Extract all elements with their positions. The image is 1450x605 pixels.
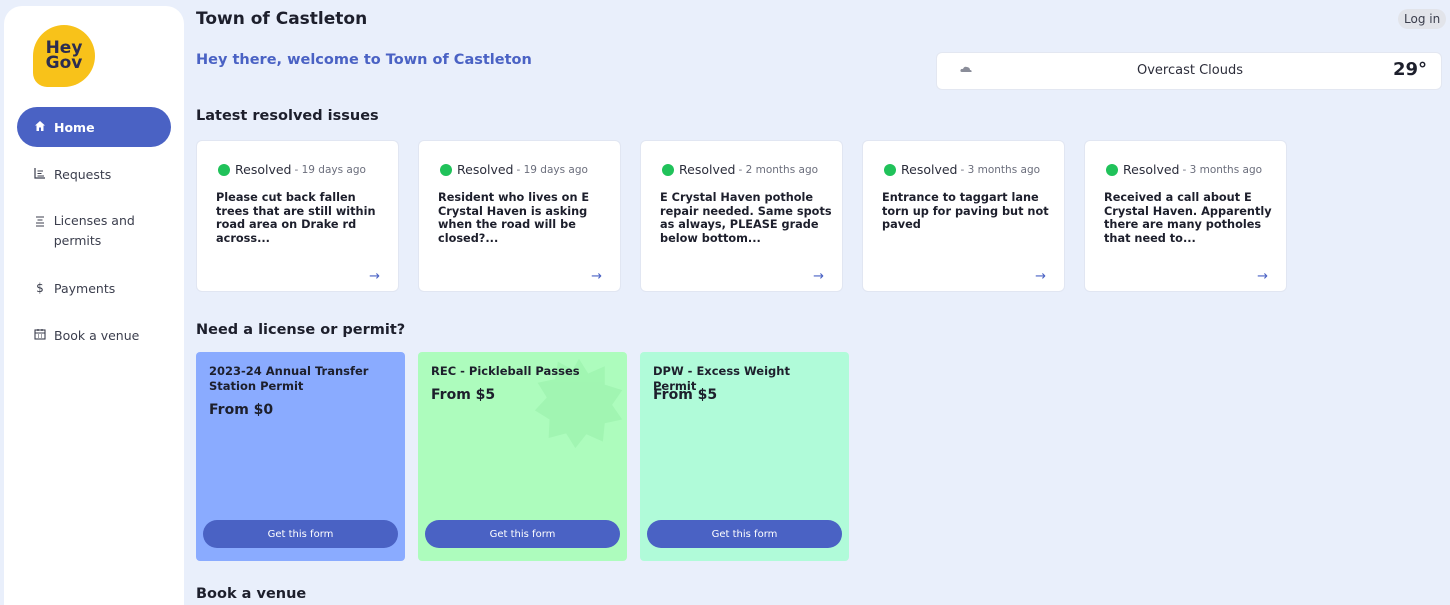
status-time: - 19 days ago bbox=[294, 163, 366, 176]
weather-widget: Overcast Clouds 29° bbox=[936, 52, 1442, 90]
weather-temperature: 29° bbox=[1392, 59, 1427, 80]
issue-description: E Crystal Haven pothole repair needed. S… bbox=[660, 191, 832, 245]
heygov-logo[interactable]: Hey Gov bbox=[33, 25, 95, 87]
get-form-button[interactable]: Get this form bbox=[203, 520, 398, 548]
sidebar-item-book-venue[interactable]: Book a venue bbox=[17, 315, 171, 355]
resolved-status-dot bbox=[1106, 163, 1118, 176]
issue-status: Resolved - 19 days ago bbox=[218, 162, 366, 177]
cloud-icon bbox=[959, 63, 975, 78]
issue-status: Resolved - 2 months ago bbox=[662, 162, 818, 177]
issue-status: Resolved - 3 months ago bbox=[1106, 162, 1262, 177]
requests-icon bbox=[33, 167, 47, 182]
issue-status: Resolved - 3 months ago bbox=[884, 162, 1040, 177]
status-time: - 2 months ago bbox=[738, 163, 819, 176]
permit-card[interactable]: REC - Pickleball Passes From $5 Get this… bbox=[418, 352, 627, 561]
permit-price: From $5 bbox=[431, 387, 496, 403]
permit-name: 2023-24 Annual Transfer Station Permit bbox=[209, 364, 369, 393]
logo-line-2: Gov bbox=[45, 53, 83, 73]
status-label: Resolved bbox=[457, 162, 514, 177]
permit-card[interactable]: DPW - Excess Weight Permit From $5 Get t… bbox=[640, 352, 849, 561]
welcome-message: Hey there, welcome to Town of Castleton bbox=[196, 52, 532, 68]
issue-card[interactable]: Resolved - 19 days ago Resident who live… bbox=[418, 140, 621, 292]
status-label: Resolved bbox=[1123, 162, 1180, 177]
weather-description: Overcast Clouds bbox=[1137, 63, 1244, 78]
sidebar-item-payments[interactable]: $ Payments bbox=[17, 268, 171, 308]
status-time: - 3 months ago bbox=[1182, 163, 1263, 176]
get-form-button[interactable]: Get this form bbox=[425, 520, 620, 548]
permit-name: REC - Pickleball Passes bbox=[431, 364, 580, 378]
sidebar-item-label: Requests bbox=[54, 166, 112, 182]
calendar-icon bbox=[33, 328, 47, 343]
permit-price: From $5 bbox=[653, 387, 718, 403]
issue-description: Received a call about E Crystal Haven. A… bbox=[1104, 191, 1272, 245]
section-title-issues: Latest resolved issues bbox=[196, 108, 379, 124]
issue-status: Resolved - 19 days ago bbox=[440, 162, 588, 177]
arrow-right-icon[interactable]: → bbox=[1257, 269, 1268, 284]
arrow-right-icon[interactable]: → bbox=[369, 269, 380, 284]
issue-card[interactable]: Resolved - 3 months ago Received a call … bbox=[1084, 140, 1287, 292]
sidebar-item-label: Licenses and permits bbox=[53, 213, 135, 248]
resolved-status-dot bbox=[218, 163, 230, 176]
home-icon bbox=[33, 120, 47, 135]
resolved-status-dot bbox=[662, 163, 674, 176]
arrow-right-icon[interactable]: → bbox=[591, 269, 602, 284]
status-time: - 19 days ago bbox=[516, 163, 588, 176]
licenses-icon bbox=[33, 215, 47, 230]
sidebar-item-label: Book a venue bbox=[54, 327, 140, 343]
issue-card[interactable]: Resolved - 2 months ago E Crystal Haven … bbox=[640, 140, 843, 292]
issue-card[interactable]: Resolved - 19 days ago Please cut back f… bbox=[196, 140, 399, 292]
status-label: Resolved bbox=[901, 162, 958, 177]
page-title: Town of Castleton bbox=[196, 9, 368, 29]
issue-card[interactable]: Resolved - 3 months ago Entrance to tagg… bbox=[862, 140, 1065, 292]
sidebar-item-label: Home bbox=[54, 119, 95, 135]
section-title-venue: Book a venue bbox=[196, 586, 307, 602]
issue-description: Resident who lives on E Crystal Haven is… bbox=[438, 191, 590, 245]
get-form-button[interactable]: Get this form bbox=[647, 520, 842, 548]
section-title-permits: Need a license or permit? bbox=[196, 322, 406, 338]
permit-price: From $0 bbox=[209, 402, 274, 418]
sidebar-item-label: Payments bbox=[54, 280, 116, 296]
sidebar-item-home[interactable]: Home bbox=[17, 107, 171, 147]
status-label: Resolved bbox=[679, 162, 736, 177]
issue-description: Entrance to taggart lane torn up for pav… bbox=[882, 191, 1049, 231]
status-time: - 3 months ago bbox=[960, 163, 1041, 176]
permit-card[interactable]: 2023-24 Annual Transfer Station Permit F… bbox=[196, 352, 405, 561]
resolved-status-dot bbox=[884, 163, 896, 176]
arrow-right-icon[interactable]: → bbox=[1035, 269, 1046, 284]
sidebar: Hey Gov Home Requests Licenses and permi… bbox=[4, 6, 184, 605]
resolved-status-dot bbox=[440, 163, 452, 176]
sidebar-item-requests[interactable]: Requests bbox=[17, 154, 171, 194]
login-button[interactable]: Log in bbox=[1398, 9, 1447, 29]
dollar-icon: $ bbox=[36, 281, 44, 295]
status-label: Resolved bbox=[235, 162, 292, 177]
arrow-right-icon[interactable]: → bbox=[813, 269, 824, 284]
issue-description: Please cut back fallen trees that are st… bbox=[216, 191, 376, 245]
sidebar-item-licenses[interactable]: Licenses and permits bbox=[17, 211, 171, 255]
